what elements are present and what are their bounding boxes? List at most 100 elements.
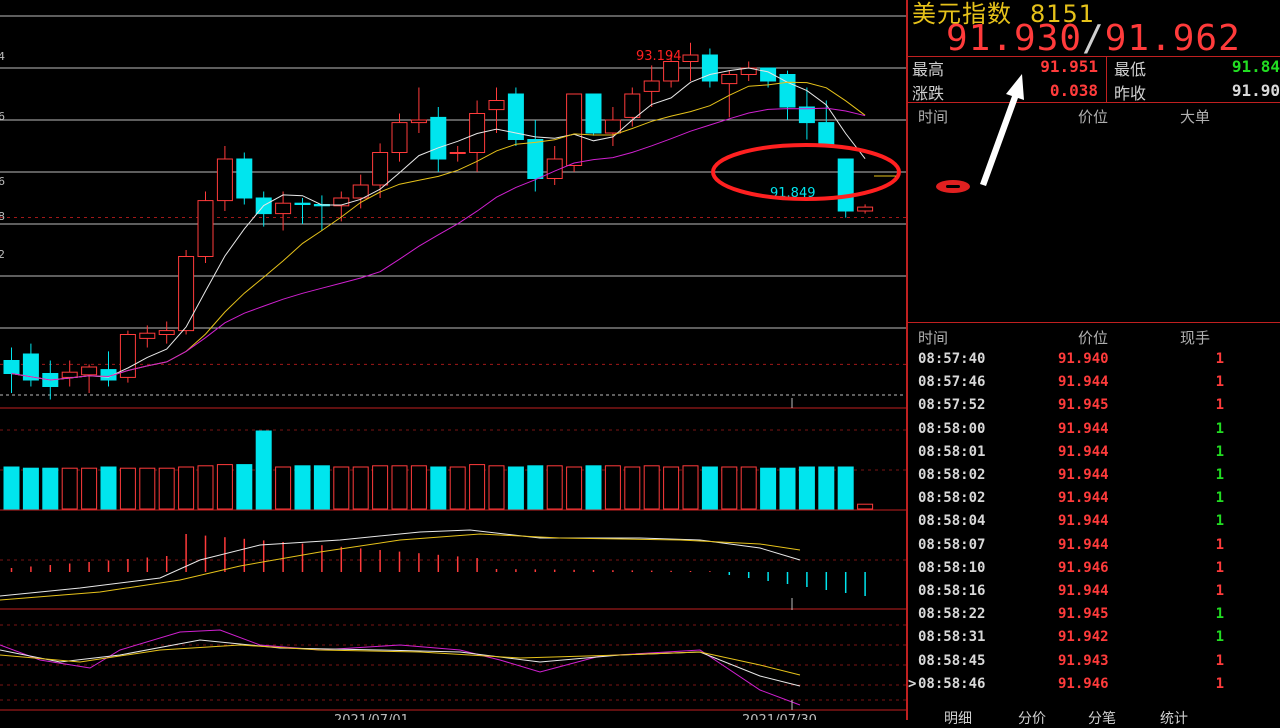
kline-chart-area[interactable]: 4668293.19491.8492021/07/012021/07/30: [0, 0, 906, 720]
low-value: 91.84: [1231, 57, 1280, 76]
candle-body: [643, 80, 660, 92]
trade-time: 08:57:52: [918, 397, 986, 414]
volume-bar: [216, 464, 233, 510]
big-order-col-big: 大单: [1180, 108, 1211, 126]
annotation-ellipse-icon: [936, 180, 970, 193]
volume-bar: [333, 466, 350, 510]
volume-bar: [410, 465, 427, 510]
kdj-j-line: [0, 629, 801, 706]
trade-row[interactable]: 08:58:07 91.944 1: [908, 537, 1280, 560]
change-label: 涨跌: [912, 84, 945, 103]
candle-body: [158, 330, 175, 336]
candle-body: [197, 200, 214, 258]
volume-bar: [61, 467, 78, 510]
volume-bar: [798, 466, 815, 510]
volume-bar: [313, 465, 330, 510]
axis-tick-label: 4: [0, 50, 5, 63]
trade-row[interactable]: 08:58:10 91.946 1: [908, 560, 1280, 583]
tab-tick[interactable]: 分笔: [1088, 708, 1116, 728]
candle-body: [275, 202, 292, 215]
trade-time: 08:58:04: [918, 513, 986, 530]
divider: [908, 102, 1280, 103]
volume-bar: [643, 465, 660, 510]
tab-stats[interactable]: 统计: [1160, 708, 1188, 728]
trade-volume: 1: [1215, 536, 1224, 553]
volume-bar: [236, 464, 253, 510]
candle-body: [81, 366, 98, 376]
volume-bar: [178, 466, 195, 510]
volume-bar: [682, 465, 699, 510]
kline-chart[interactable]: 4668293.19491.8492021/07/012021/07/30: [0, 0, 906, 720]
trade-volume: 1: [1215, 397, 1224, 414]
trade-time: 08:58:22: [918, 606, 986, 623]
trade-time: 08:58:16: [918, 583, 986, 599]
price-separator: /: [1082, 18, 1105, 59]
candle-body: [566, 93, 583, 166]
current-row-marker: >: [908, 675, 917, 692]
volume-bar: [818, 466, 835, 510]
volume-bar: [158, 467, 175, 510]
trade-row[interactable]: 08:58:02 91.944 1: [908, 467, 1280, 490]
trade-row[interactable]: 08:57:52 91.945 1: [908, 397, 1280, 420]
volume-bar: [197, 465, 214, 510]
volume-bar: [663, 466, 680, 510]
trade-row[interactable]: 08:58:45 91.943 1: [908, 653, 1280, 676]
trade-row[interactable]: 08:58:00 91.944 1: [908, 421, 1280, 444]
trade-row[interactable]: 08:58:46 91.946 1 >: [908, 676, 1280, 699]
volume-bar: [701, 466, 718, 510]
trade-time: 08:58:10: [918, 559, 986, 576]
trade-volume: 1: [1215, 629, 1224, 646]
trade-row[interactable]: 08:57:40 91.940 1: [908, 351, 1280, 374]
trade-time: 08:58:45: [918, 652, 986, 669]
trade-volume: 1: [1215, 513, 1224, 530]
trade-volume: 1: [1215, 675, 1224, 692]
volume-bar: [100, 466, 117, 510]
tab-price-split[interactable]: 分价: [1018, 708, 1046, 728]
candle-body: [798, 106, 815, 124]
trade-volume: 1: [1215, 652, 1224, 669]
trade-row[interactable]: 08:58:22 91.945 1: [908, 606, 1280, 629]
trade-col-time: 时间: [918, 329, 949, 347]
trade-row[interactable]: 08:58:31 91.942 1: [908, 629, 1280, 652]
candle-body: [857, 206, 874, 212]
volume-bar: [255, 430, 272, 510]
volume-bar: [372, 465, 389, 510]
trade-price: 91.944: [1058, 513, 1109, 530]
trade-volume: 1: [1215, 559, 1224, 576]
volume-bar: [119, 467, 136, 510]
trade-volume: 1: [1215, 351, 1224, 367]
candle-body: [294, 202, 311, 205]
trade-row[interactable]: 08:58:01 91.944 1: [908, 444, 1280, 467]
volume-bar: [469, 464, 486, 510]
trade-row[interactable]: 08:58:16 91.944 1: [908, 583, 1280, 606]
trade-time: 08:58:00: [918, 420, 986, 437]
trade-row[interactable]: 08:58:04 91.944 1: [908, 513, 1280, 536]
trade-volume: 1: [1215, 443, 1224, 460]
low-label: 最低: [1114, 60, 1147, 79]
trade-price: 91.944: [1058, 583, 1109, 599]
volume-bar: [740, 466, 757, 510]
candle-body: [236, 158, 253, 199]
kdj-k-line: [0, 639, 801, 687]
volume-bar: [760, 467, 777, 510]
trade-row[interactable]: 08:58:02 91.944 1: [908, 490, 1280, 513]
volume-bar: [22, 467, 39, 510]
volume-bar: [566, 466, 583, 510]
axis-tick-label: 6: [0, 110, 5, 123]
ask-price: 91.962: [1104, 18, 1241, 59]
trade-row[interactable]: 08:57:46 91.944 1: [908, 374, 1280, 397]
arrow-shape: [980, 74, 1024, 186]
candle-body: [3, 360, 20, 374]
bid-price: 91.930: [946, 18, 1083, 59]
candle-body: [216, 158, 233, 202]
candle-body: [449, 152, 466, 154]
trade-time: 08:58:01: [918, 443, 986, 460]
volume-bar: [391, 465, 408, 510]
volume-bar: [352, 466, 369, 510]
volume-bar: [430, 466, 447, 510]
trade-time: 08:58:07: [918, 536, 986, 553]
high-label: 最高: [912, 60, 945, 79]
tab-detail[interactable]: 明细: [944, 708, 972, 728]
candle-body: [410, 119, 427, 124]
bid-ask-price: 91.930/91.962: [946, 18, 1241, 59]
